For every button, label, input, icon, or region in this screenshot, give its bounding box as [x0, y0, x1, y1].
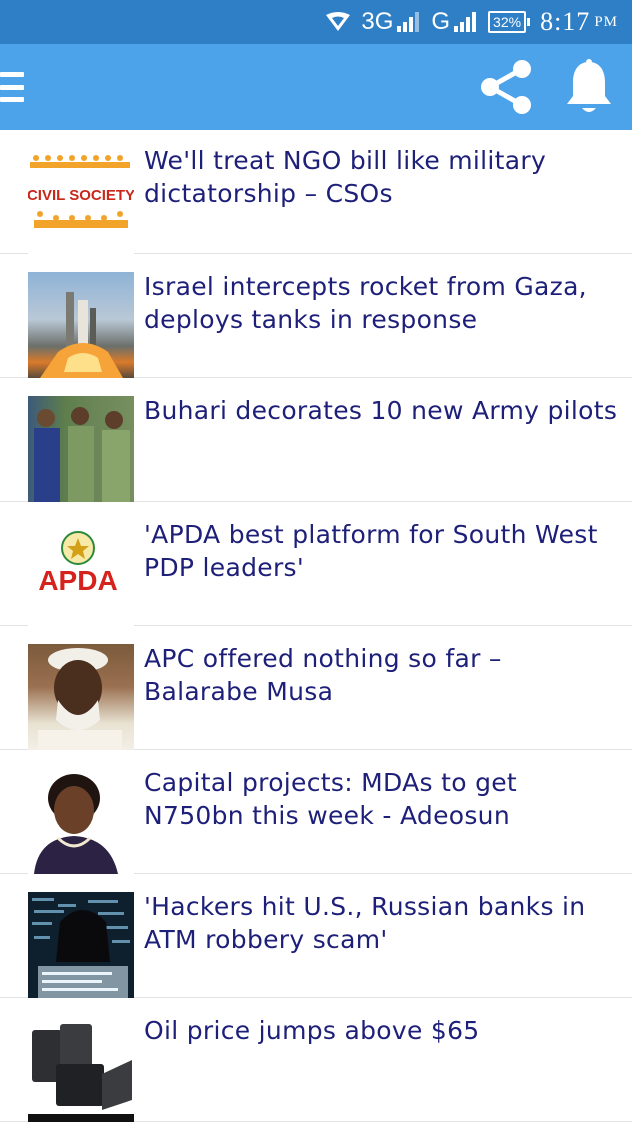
apda-logo-text: APDA: [38, 565, 117, 596]
news-headline: Capital projects: MDAs to get N750bn thi…: [144, 768, 518, 830]
news-headline: Israel intercepts rocket from Gaza, depl…: [144, 272, 587, 334]
news-thumbnail-apda-logo: APDA: [28, 520, 134, 626]
clock-time: 8:17: [540, 7, 591, 36]
news-item[interactable]: CIVIL SOCIETY We'll treat NGO bill like …: [0, 130, 632, 254]
news-thumbnail-portrait: [28, 644, 134, 750]
news-item[interactable]: 'Hackers hit U.S., Russian banks in ATM …: [0, 874, 632, 998]
news-item[interactable]: APDA 'APDA best platform for South West …: [0, 502, 632, 626]
app-bar-actions: [476, 57, 614, 117]
news-thumbnail-army: [28, 396, 134, 502]
civil-society-label: CIVIL SOCIETY: [28, 187, 134, 204]
share-icon[interactable]: [476, 57, 536, 117]
signal-strength-icon: [397, 12, 421, 32]
news-thumbnail-portrait-2: [28, 768, 134, 874]
news-list: CIVIL SOCIETY We'll treat NGO bill like …: [0, 130, 632, 1122]
clock: 8:17 PM: [540, 7, 618, 37]
news-headline: APC offered nothing so far – Balarabe Mu…: [144, 644, 502, 706]
status-bar: 3G G 32% 8:17 PM: [0, 0, 632, 44]
network-type-3g: 3G: [361, 8, 394, 35]
news-thumbnail-civil-society: CIVIL SOCIETY: [28, 148, 134, 254]
news-item[interactable]: Buhari decorates 10 new Army pilots: [0, 378, 632, 502]
hamburger-menu-icon[interactable]: [0, 72, 24, 102]
signal-strength-icon-2: [454, 12, 478, 32]
network-type-g: G: [431, 8, 451, 35]
news-thumbnail-rocket: [28, 272, 134, 378]
news-headline: 'APDA best platform for South West PDP l…: [144, 520, 598, 582]
news-item[interactable]: APC offered nothing so far – Balarabe Mu…: [0, 626, 632, 750]
news-item[interactable]: OIL Oil price jumps above $65: [0, 998, 632, 1122]
battery-indicator: 32%: [488, 11, 531, 33]
bell-icon[interactable]: [564, 58, 614, 116]
clock-ampm: PM: [594, 13, 618, 30]
news-thumbnail-oil-barrels: OIL: [28, 1016, 134, 1122]
news-item[interactable]: Israel intercepts rocket from Gaza, depl…: [0, 254, 632, 378]
news-headline: 'Hackers hit U.S., Russian banks in ATM …: [144, 892, 586, 954]
oil-label: OIL: [34, 1099, 58, 1115]
news-thumbnail-hacker: [28, 892, 134, 998]
news-item[interactable]: Capital projects: MDAs to get N750bn thi…: [0, 750, 632, 874]
news-headline: Buhari decorates 10 new Army pilots: [144, 396, 618, 425]
wifi-icon: [325, 12, 351, 32]
app-bar: [0, 44, 632, 130]
news-headline: Oil price jumps above $65: [144, 1016, 480, 1045]
news-headline: We'll treat NGO bill like military dicta…: [144, 146, 547, 208]
